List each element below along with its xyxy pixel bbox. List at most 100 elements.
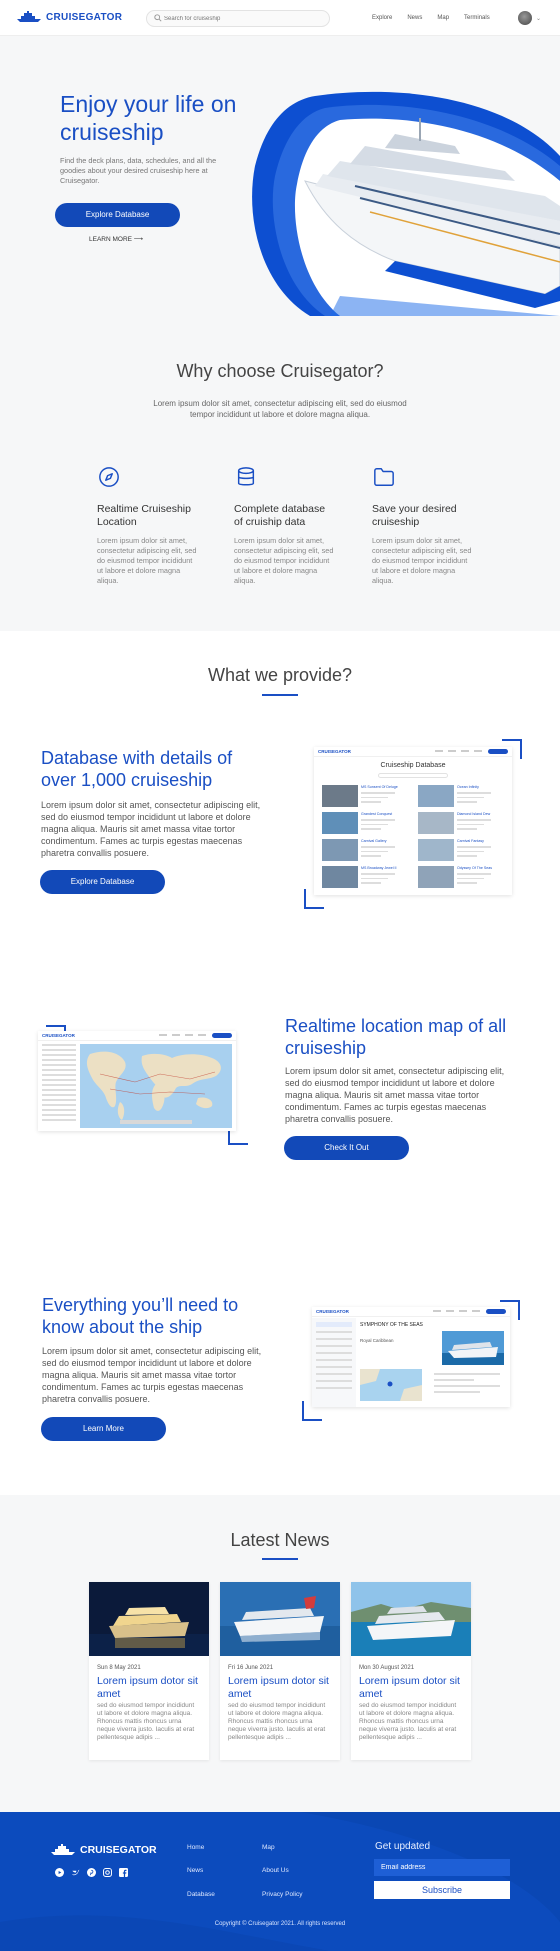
ship-list-item[interactable]: Odyssey Of The Seas (418, 866, 506, 890)
ship-list-item[interactable]: MS Broadway Jewel II (322, 866, 410, 890)
facebook-icon[interactable] (119, 1868, 128, 1877)
ship-logo-icon (51, 1844, 75, 1855)
ship-details-feature-title: Everything you’ll need to know about the… (42, 1295, 239, 1337)
why-description: Lorem ipsum dolor sit amet, consectetur … (153, 399, 407, 419)
nav-link-news[interactable]: News (407, 15, 422, 21)
news-headline[interactable]: Lorem ipsum dotor sit amet (228, 1675, 334, 1700)
ship-thumbnail (418, 812, 454, 834)
mini-brand: CRUISEGATOR (42, 1033, 75, 1038)
news-title: Latest News (230, 1530, 330, 1550)
footer-logo[interactable]: CRUISEGATOR (50, 1844, 157, 1856)
news-date: Mon 30 August 2021 (359, 1665, 415, 1671)
explore-database-button[interactable]: Explore Database (40, 870, 165, 894)
hero-title: Enjoy your life on cruiseship (60, 91, 237, 145)
feature-text: Lorem ipsum dolor sit amet, consectetur … (234, 536, 334, 585)
ship-details-preview-screenshot: CRUISEGATOR SYMPHONY OF THE SEAS Royal C… (312, 1307, 510, 1407)
nav-link-terminals[interactable]: Terminals (464, 15, 490, 21)
user-avatar[interactable] (518, 11, 532, 25)
ship-list-item[interactable]: Ocean Infinity (418, 785, 506, 809)
search-input[interactable] (164, 13, 324, 25)
title-underline (262, 694, 298, 696)
hero-subtitle: Find the deck plans, data, schedules, an… (60, 156, 217, 185)
ship-list-item[interactable]: Carnival Fantasy (418, 839, 506, 863)
newsletter-heading: Get updated (375, 1841, 431, 1852)
ship-grid: MS Sunsent Of Deluge Ocean Infinity Grande… (322, 785, 506, 890)
search-icon (154, 14, 162, 22)
nav-links: Explore News Map Terminals (372, 15, 490, 21)
top-navbar: CRUISEGATOR Explore News Map Terminals ⌄ (0, 0, 560, 36)
subscribe-button[interactable]: Subscribe (374, 1881, 510, 1899)
news-section: Latest News Sun 8 May 2021 Lorem ipsum d… (0, 1495, 560, 1812)
why-section: Why choose Cruisegator? Lorem ipsum dolo… (0, 316, 560, 631)
nav-link-map[interactable]: Map (437, 15, 449, 21)
ship-thumbnail (322, 785, 358, 807)
ship-name: Ocean Infinity (457, 785, 479, 789)
learn-more-button[interactable]: Learn More (41, 1417, 166, 1441)
news-image-ship-coast (351, 1582, 471, 1656)
feature-title: Save your desired cruiseship (372, 503, 457, 528)
nav-link-explore[interactable]: Explore (372, 15, 392, 21)
chevron-down-icon[interactable]: ⌄ (536, 15, 541, 22)
footer-link-map[interactable]: Map (262, 1844, 275, 1851)
ship-list-item[interactable]: Grandest Conquest (322, 812, 410, 836)
why-title: Why choose Cruisegator? (176, 361, 384, 381)
news-excerpt: sed do eiusmod tempor incididunt ut labo… (359, 1702, 457, 1741)
explore-database-button[interactable]: Explore Database (55, 203, 180, 227)
feature-text: Lorem ipsum dolor sit amet, consectetur … (372, 536, 472, 585)
feature-save: Save your desired cruiseship Lorem ipsum… (372, 466, 472, 586)
mini-brand: CRUISEGATOR (316, 1309, 349, 1314)
copyright-text: Copyright © Cruisegator 2021. All rights… (214, 1921, 346, 1927)
ship-name: Carnival Gallery (361, 839, 387, 843)
news-image-ship-sea (220, 1582, 340, 1656)
feature-title: Complete database of cruiship data (234, 503, 326, 528)
ship-name: Odyssey Of The Seas (457, 866, 493, 870)
brand-name: CRUISEGATOR (46, 11, 123, 23)
pinterest-icon[interactable] (87, 1868, 96, 1877)
preview-title: Cruiseship Database (380, 762, 446, 769)
youtube-icon[interactable] (55, 1868, 64, 1877)
learn-more-link[interactable]: LEARN MORE ⟶ (89, 235, 143, 243)
provide-section: What we provide? Database with details o… (0, 631, 560, 1495)
map-preview-screenshot: CRUISEGATOR (38, 1031, 236, 1131)
check-it-out-button[interactable]: Check It Out (284, 1136, 409, 1160)
news-headline[interactable]: Lorem ipsum dotor sit amet (359, 1675, 465, 1700)
database-icon (237, 467, 255, 486)
map-feature-title: Realtime location map of all cruiseship (285, 1016, 507, 1058)
footer-link-news[interactable]: News (187, 1867, 203, 1874)
ship-thumbnail (322, 839, 358, 861)
feature-location: Realtime Cruiseship Location Lorem ipsum… (97, 466, 197, 586)
preview-location-map (360, 1369, 422, 1401)
ship-thumbnail (418, 839, 454, 861)
ship-name: Diamond Island Dew (457, 812, 491, 816)
ship-list-item[interactable]: Diamond Island Dew (418, 812, 506, 836)
news-card[interactable]: Sun 8 May 2021 Lorem ipsum dotor sit ame… (89, 1582, 209, 1760)
news-card[interactable]: Mon 30 August 2021 Lorem ipsum dotor sit… (351, 1582, 471, 1760)
ship-name: Grandest Conquest (361, 812, 393, 816)
ship-thumbnail (418, 866, 454, 888)
provide-title: What we provide? (207, 665, 353, 685)
ship-list-item[interactable]: MS Sunsent Of Deluge (322, 785, 410, 809)
footer-link-home[interactable]: Home (187, 1844, 204, 1851)
instagram-icon[interactable] (103, 1868, 112, 1877)
ship-thumbnail (322, 866, 358, 888)
feature-text: Lorem ipsum dolor sit amet, consectetur … (97, 536, 197, 585)
preview-ship-name: SYMPHONY OF THE SEAS (360, 1322, 423, 1328)
news-headline[interactable]: Lorem ipsum dotor sit amet (97, 1675, 203, 1700)
preview-operator: Royal Caribbean (360, 1338, 394, 1343)
news-excerpt: sed do eiusmod tempor incididunt ut labo… (228, 1702, 326, 1741)
ship-thumbnail (322, 812, 358, 834)
footer-link-database[interactable]: Database (187, 1891, 215, 1898)
ship-name: MS Sunsent Of Deluge (361, 785, 398, 789)
ship-thumbnail (418, 785, 454, 807)
map-feature-text: Lorem ipsum dolor sit amet, consectetur … (285, 1066, 505, 1124)
news-card[interactable]: Fri 16 June 2021 Lorem ipsum dotor sit a… (220, 1582, 340, 1760)
footer-link-about[interactable]: About Us (262, 1867, 289, 1874)
ship-list-item[interactable]: Carnival Gallery (322, 839, 410, 863)
footer-link-privacy[interactable]: Privacy Policy (262, 1891, 302, 1898)
search-box[interactable] (146, 10, 330, 27)
brand-logo[interactable]: CRUISEGATOR (16, 11, 122, 23)
database-feature-title: Database with details of over 1,000 crui… (41, 748, 233, 790)
twitter-icon[interactable] (71, 1868, 80, 1877)
email-field[interactable] (374, 1859, 510, 1876)
news-date: Sun 8 May 2021 (97, 1665, 141, 1671)
